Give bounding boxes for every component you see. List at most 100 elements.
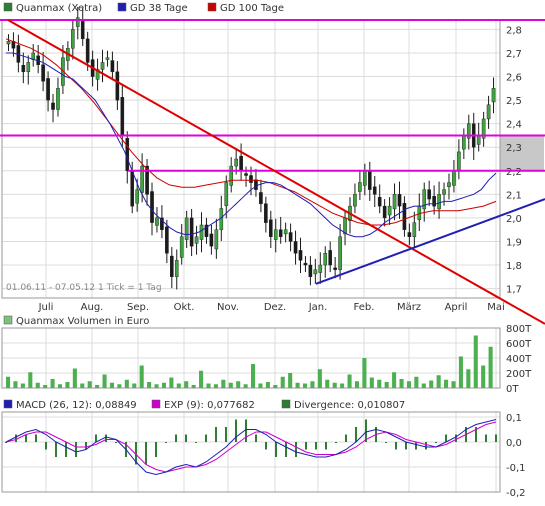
candle-body (115, 71, 120, 101)
volume-bar (228, 382, 233, 388)
candle-body (407, 232, 412, 237)
price-y-tick: 2,5 (506, 96, 522, 107)
volume-bar (414, 376, 419, 388)
candle-body (457, 151, 461, 171)
divergence-bar (235, 419, 237, 442)
candle-body (437, 194, 441, 210)
volume-bar (251, 364, 256, 388)
volume-bar (429, 380, 434, 388)
divergence-bar (285, 442, 287, 457)
volume-y-tick: 400T (506, 354, 532, 365)
volume-bar (444, 379, 449, 388)
macd-legend-swatch (3, 399, 13, 409)
divergence-bar (175, 434, 177, 442)
volume-legend-swatch (3, 315, 13, 325)
volume-bar (87, 381, 92, 388)
price-y-tick: 1,7 (506, 285, 522, 296)
month-label: Dez. (264, 302, 286, 313)
price-panel: Quanmax (Xetra) GD 38 Tage GD 100 Tage 2,8 2… (0, 2, 545, 325)
volume-bar (161, 382, 166, 388)
candle-body (328, 250, 332, 266)
volume-bar (13, 381, 18, 388)
candle-body (293, 241, 298, 254)
candle-body (283, 229, 288, 235)
divergence-bar (385, 442, 387, 443)
month-label: Aug. (81, 302, 104, 313)
divergence-bar (45, 442, 47, 450)
volume-bar (43, 385, 48, 388)
candle-body (209, 233, 214, 247)
divergence-bar (95, 434, 97, 442)
candle-body (75, 17, 80, 27)
volume-bar (176, 383, 181, 388)
downtrend-line (7, 19, 545, 325)
macd-y-tick: 0,0 (506, 438, 522, 449)
volume-bar (384, 382, 389, 388)
candle-body (268, 219, 273, 237)
price-y-tick: 2,0 (506, 214, 522, 225)
month-label: Mai (487, 302, 505, 313)
candle-body (85, 38, 90, 63)
volume-bar (325, 379, 330, 388)
candle-body (51, 102, 55, 110)
candle-body (452, 170, 456, 186)
candle-body (308, 264, 313, 277)
volume-bar (369, 377, 374, 388)
divergence-bar (255, 434, 257, 442)
candle-body (303, 262, 308, 266)
candle-body (323, 253, 328, 266)
volume-bar (6, 376, 11, 388)
volume-bar (80, 383, 85, 388)
divergence-bar (355, 427, 357, 442)
volume-bar (72, 368, 77, 388)
candle-body (179, 236, 184, 258)
volume-bar (243, 384, 248, 388)
volume-bar (392, 372, 397, 388)
candle-body (71, 29, 75, 49)
candle-body (402, 203, 407, 230)
price-y-tick: 1,9 (506, 237, 522, 248)
candle-body (229, 165, 234, 186)
divergence-bar (405, 442, 407, 450)
candle-body (184, 217, 189, 240)
candle-body (41, 64, 45, 82)
divergence-bar (65, 442, 67, 457)
candle-body (333, 267, 337, 270)
candle-body (343, 217, 347, 235)
macd-legend-swatch (281, 399, 291, 409)
volume-bar (273, 385, 278, 388)
candle-body (249, 175, 253, 183)
candle-body (318, 264, 323, 273)
candle-body (273, 229, 278, 240)
divergence-bar (75, 442, 77, 457)
divergence-bar (115, 442, 117, 443)
candle-body (442, 189, 446, 195)
legend-label: GD 38 Tage (130, 3, 188, 14)
candle-body (338, 236, 342, 270)
divergence-bar (445, 434, 447, 442)
candle-body (427, 189, 431, 200)
volume-bar (109, 382, 115, 388)
candle-body (392, 194, 397, 210)
volume-y-tick: 200T (506, 369, 532, 380)
volume-bar (362, 358, 367, 388)
volume-bar (154, 384, 159, 388)
range-note: 01.06.11 - 07.05.12 1 Tick = 1 Tag (6, 283, 162, 293)
divergence-bar (425, 442, 427, 450)
volume-bar (399, 379, 404, 388)
volume-bar (265, 382, 270, 388)
volume-bar (481, 365, 486, 388)
divergence-bar (215, 427, 217, 442)
candle-body (194, 236, 199, 244)
volume-bar (206, 383, 211, 388)
volume-bar (354, 381, 360, 388)
divergence-bar (345, 434, 347, 442)
macd-legend-label: EXP (9): 0,077682 (164, 400, 255, 411)
volume-y-tick: 0T (506, 384, 519, 395)
macd-y-tick: -0,1 (506, 463, 526, 474)
candle-body (447, 182, 451, 188)
candle-body (367, 170, 372, 190)
candle-body (298, 250, 303, 261)
volume-bar (20, 383, 25, 388)
price-y-tick: 2,2 (506, 167, 522, 178)
